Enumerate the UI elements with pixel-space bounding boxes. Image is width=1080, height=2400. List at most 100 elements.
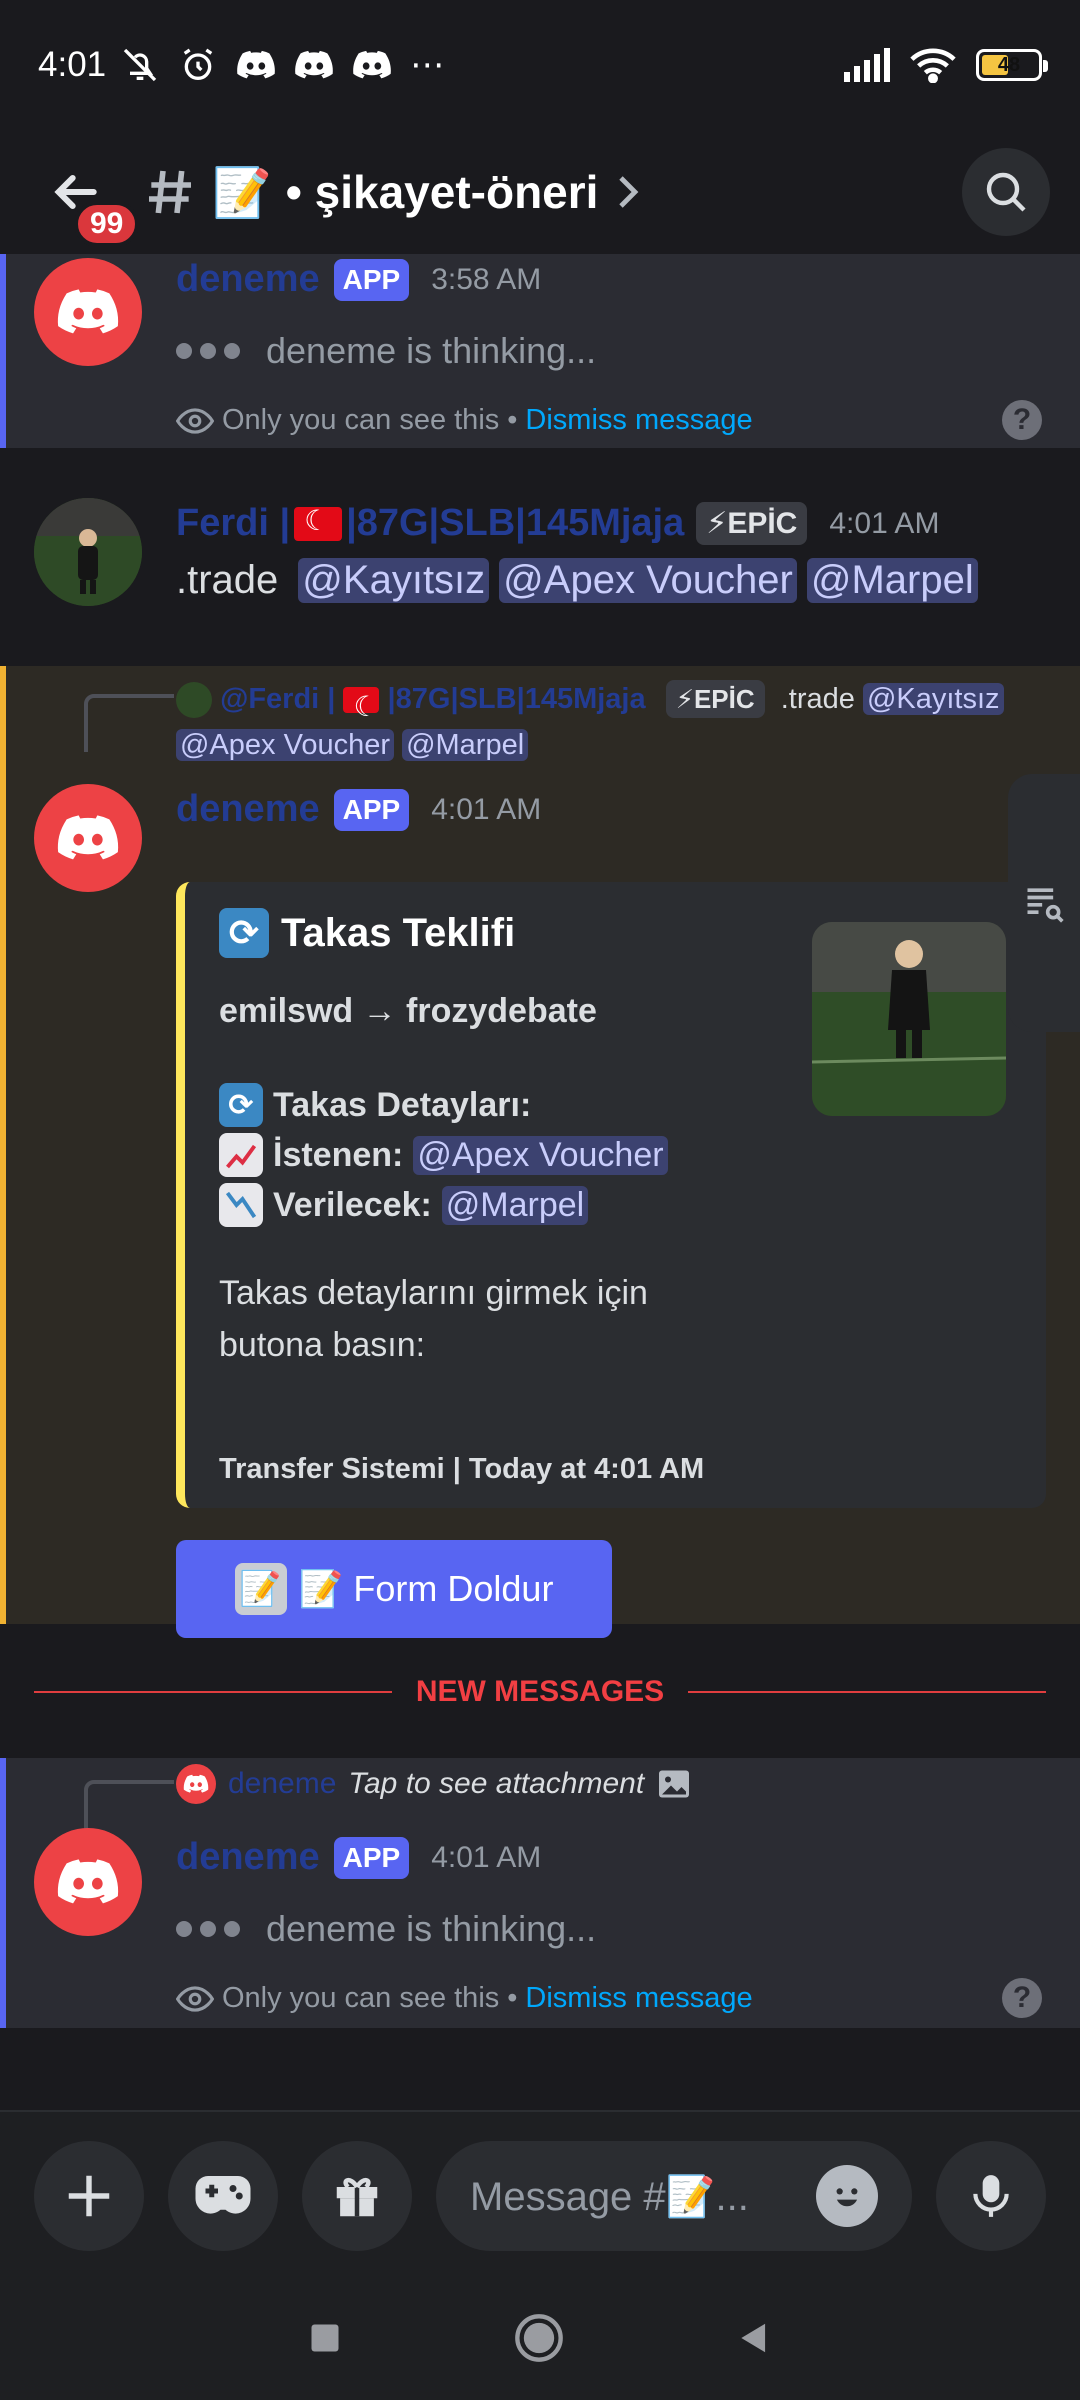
reply-line-icon [84, 694, 174, 752]
smile-icon [826, 2175, 868, 2217]
back-nav-button[interactable] [735, 2319, 773, 2362]
battery-icon: 48 [976, 49, 1048, 81]
plus-icon [68, 2175, 110, 2217]
message-text: .trade [176, 558, 279, 602]
message-input[interactable]: Message #📝... [436, 2141, 912, 2251]
only-you-text: Only you can see this [222, 1982, 500, 2014]
reply-author: deneme [228, 1767, 337, 1800]
mention[interactable]: @Apex Voucher [499, 558, 797, 603]
author-name[interactable]: deneme [176, 258, 320, 301]
search-icon [986, 172, 1026, 212]
turkey-flag-icon [294, 504, 343, 541]
dismiss-message-link[interactable]: Dismiss message [525, 404, 752, 437]
help-icon[interactable]: ? [1002, 400, 1042, 440]
embed-footer: Transfer Sistemi | Today at 4:01 AM [219, 1453, 705, 1485]
message-composer: Message #📝... [0, 2110, 1080, 2280]
discord-logo-icon [57, 1859, 119, 1904]
help-icon[interactable]: ? [1002, 1978, 1042, 2018]
eye-icon [176, 1985, 214, 2012]
memo-icon: 📝 [234, 1563, 287, 1615]
only-you-text: Only you can see this [222, 404, 500, 436]
microphone-icon [973, 2175, 1009, 2217]
hashtag-icon [149, 170, 191, 214]
back-button[interactable]: 99 [30, 147, 140, 247]
chart-down-icon [219, 1183, 263, 1227]
reply-preview[interactable]: deneme Tap to see attachment [176, 1764, 692, 1804]
avatar[interactable] [34, 1828, 142, 1936]
unread-badge: 99 [74, 201, 140, 247]
new-messages-divider: NEW MESSAGES [34, 1672, 1046, 1712]
message-content: .trade @Kayıtsız @Apex Voucher @Marpel [176, 558, 978, 603]
channel-name: • şikayet-öneri [285, 166, 599, 218]
reply-avatar [176, 682, 212, 719]
discord-logo-icon [183, 1774, 209, 1793]
app-tag: APP [333, 258, 410, 301]
new-messages-label: NEW MESSAGES [415, 1675, 665, 1708]
discord-notif-icon [353, 50, 391, 79]
home-circle-icon [515, 2313, 563, 2362]
search-list-icon [1027, 888, 1064, 923]
thread-search-handle[interactable] [1008, 774, 1080, 1032]
activities-button[interactable] [168, 2141, 278, 2251]
repeat-icon: ⟳ [219, 908, 269, 958]
thinking-text: deneme is thinking... [266, 1908, 597, 1949]
discord-notif-icon [295, 50, 333, 79]
embed-thumbnail[interactable] [812, 922, 1006, 1116]
avatar[interactable] [34, 258, 142, 366]
timestamp: 4:01 AM [829, 506, 940, 540]
reply-text: .trade [780, 683, 855, 715]
system-navigation-bar [0, 2280, 1080, 2400]
gift-button[interactable] [302, 2141, 412, 2251]
alarm-icon [183, 48, 213, 80]
dismiss-message-link[interactable]: Dismiss message [525, 1982, 752, 2015]
author-name[interactable]: Ferdi | [176, 502, 290, 545]
status-time: 4:01 [38, 45, 107, 84]
wifi-icon [910, 48, 956, 83]
discord-logo-icon [57, 289, 119, 334]
typing-dots-icon [176, 1921, 240, 1937]
reply-text: Tap to see attachment [348, 1767, 645, 1800]
channel-title[interactable]: 📝 • şikayet-öneri [142, 164, 642, 221]
status-icons: ⋯ [120, 45, 444, 85]
reply-preview[interactable]: @Ferdi | |87G|SLB|145Mjaja ⚡EPİC .trade … [176, 676, 1056, 768]
mention: @Kayıtsız [862, 683, 1004, 715]
reply-author-rest: |87G|SLB|145Mjaja [387, 683, 646, 715]
recents-button[interactable] [307, 2320, 343, 2361]
message-ephemeral-1: deneme APP 3:58 AM deneme is thinking...… [0, 254, 1080, 448]
message-placeholder: Message #📝... [470, 2174, 749, 2219]
status-bar: 4:01 ⋯ 48 [0, 0, 1080, 130]
signal-icon [844, 48, 890, 82]
mention: @Apex Voucher [176, 729, 395, 761]
mention[interactable]: @Marpel [441, 1185, 589, 1225]
epic-badge: ⚡EPİC [696, 502, 808, 545]
mention[interactable]: @Apex Voucher [413, 1135, 668, 1175]
author-name-rest[interactable]: |87G|SLB|145Mjaja [346, 502, 684, 545]
author-name[interactable]: deneme [176, 1836, 320, 1879]
memo-icon: 📝 [212, 166, 272, 220]
avatar[interactable] [34, 784, 142, 892]
voice-button[interactable] [936, 2141, 1046, 2251]
turkey-flag-icon [343, 684, 380, 730]
discord-notif-icon [237, 50, 275, 79]
mention[interactable]: @Marpel [806, 558, 978, 603]
form-doldur-button[interactable]: 📝 📝 Form Doldur [176, 1540, 612, 1638]
author-name[interactable]: deneme [176, 788, 320, 831]
message-ferdi: Ferdi | |87G|SLB|145Mjaja ⚡EPİC 4:01 AM … [0, 448, 1080, 666]
avatar[interactable] [34, 498, 142, 606]
app-tag: APP [333, 788, 410, 831]
bell-off-icon [123, 48, 157, 82]
chevron-right-icon [619, 176, 639, 208]
chart-up-icon [219, 1133, 263, 1177]
epic-badge: ⚡EPİC [665, 680, 765, 718]
emoji-button[interactable] [816, 2165, 878, 2227]
add-button[interactable] [34, 2141, 144, 2251]
embed-given: Verilecek: @Marpel [219, 1183, 1012, 1227]
mention[interactable]: @Kayıtsız [298, 558, 490, 603]
search-button[interactable] [962, 148, 1050, 236]
discord-logo-icon [57, 815, 119, 860]
image-icon [659, 1770, 690, 1798]
gift-icon [336, 2178, 378, 2217]
home-button[interactable] [513, 2312, 565, 2369]
triangle-back-icon [741, 2323, 766, 2352]
trade-embed: ⟳ Takas Teklifi emilswd → frozydebate ⟳ … [176, 882, 1046, 1508]
